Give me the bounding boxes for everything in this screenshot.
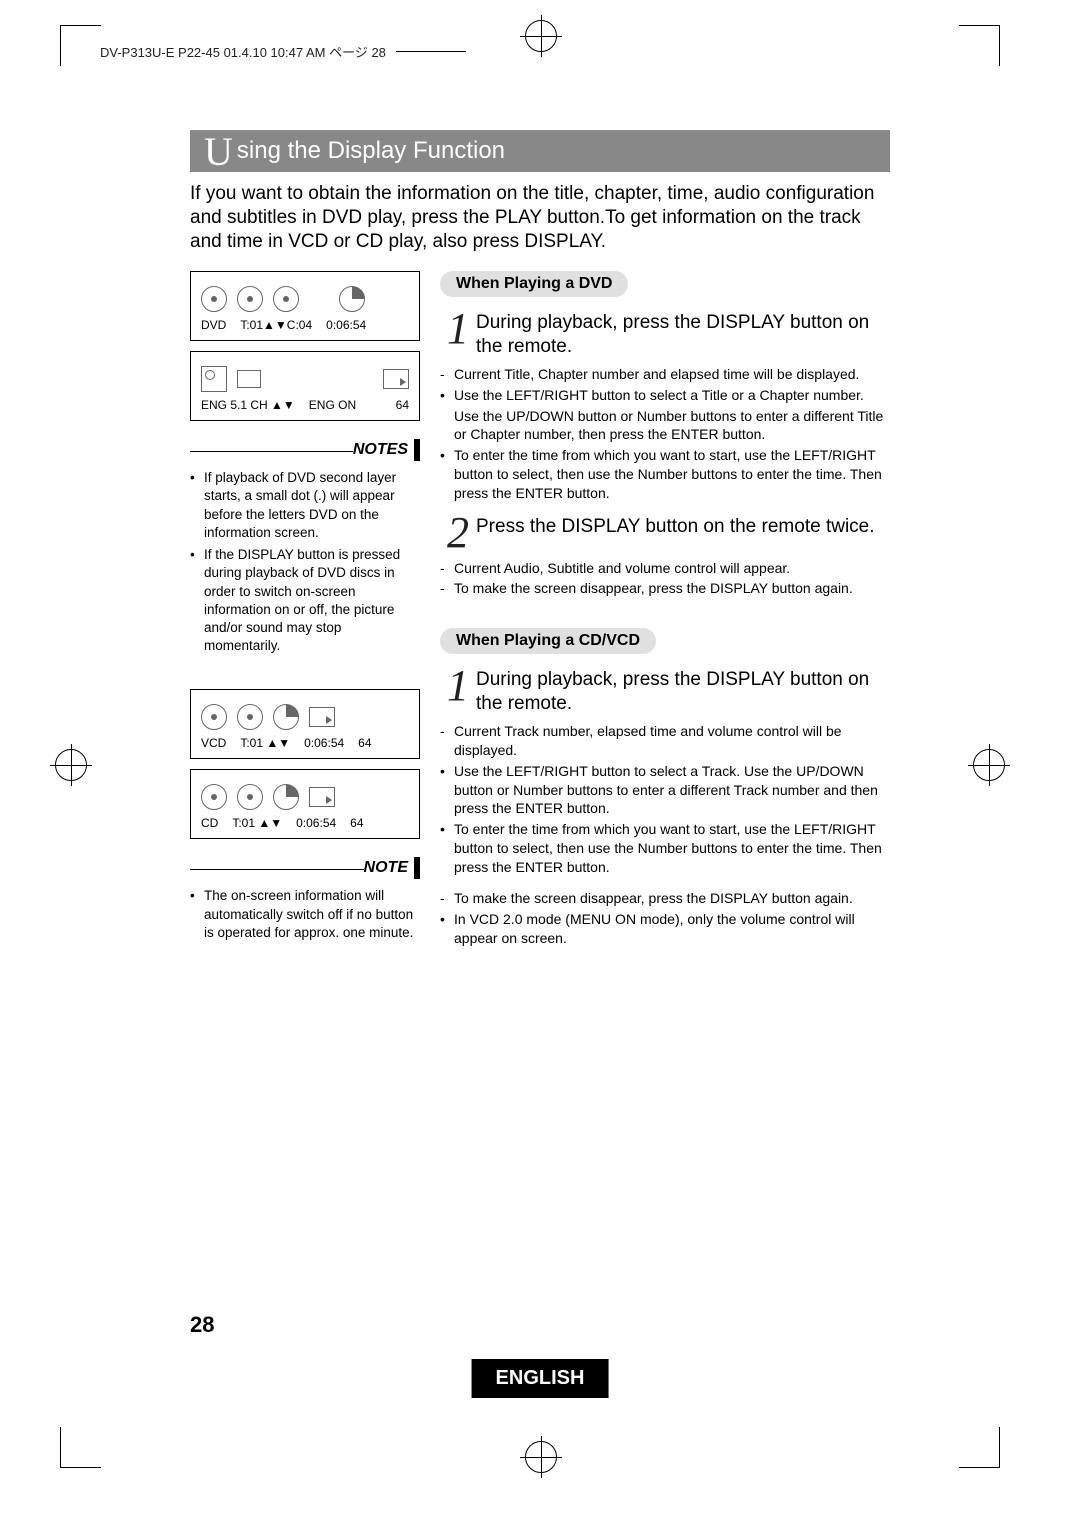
step-text: During playback, press the DISPLAY butto…	[476, 309, 890, 359]
crop-mark	[60, 1427, 101, 1468]
speaker-icon	[383, 369, 409, 389]
crop-mark	[959, 25, 1000, 66]
osd-label: DVD	[201, 318, 226, 332]
note-heading: NOTE	[190, 857, 420, 879]
disc-icon	[201, 286, 227, 312]
disc-icon	[201, 784, 227, 810]
print-header: DV-P313U-E P22-45 01.4.10 10:47 AM ページ 2…	[100, 42, 466, 61]
intro-text: If you want to obtain the information on…	[190, 182, 890, 253]
notes-label: NOTES	[353, 441, 408, 459]
osd-preview-vcd: VCD T:01 ▲▼ 0:06:54 64	[190, 689, 420, 759]
language-tab: ENGLISH	[472, 1359, 609, 1398]
osd-label: ENG 5.1 CH ▲▼	[201, 398, 295, 412]
disc-icon	[237, 704, 263, 730]
notes-list: •If playback of DVD second layer starts,…	[190, 469, 420, 655]
osd-label: T:01▲▼C:04	[240, 318, 312, 332]
subtitle-icon	[237, 370, 261, 388]
osd-label: 64	[350, 816, 363, 830]
step-text: During playback, press the DISPLAY butto…	[476, 666, 890, 716]
step-number-icon: 1	[440, 666, 476, 716]
subheading-dvd: When Playing a DVD	[440, 271, 628, 297]
osd-label: 64	[396, 398, 409, 412]
step-number-icon: 1	[440, 309, 476, 359]
disc-icon	[273, 286, 299, 312]
print-header-text: DV-P313U-E P22-45 01.4.10 10:47 AM ページ 2…	[100, 42, 386, 61]
step-1: 1 During playback, press the DISPLAY but…	[440, 309, 890, 359]
step-number-icon: 2	[440, 513, 476, 553]
osd-label: T:01 ▲▼	[232, 816, 282, 830]
audio-icon	[201, 366, 227, 392]
osd-preview-cd: CD T:01 ▲▼ 0:06:54 64	[190, 769, 420, 839]
osd-label: ENG ON	[309, 398, 356, 412]
osd-label: CD	[201, 816, 218, 830]
osd-label: 64	[358, 736, 371, 750]
registration-mark-icon	[525, 20, 557, 52]
detail-list: -Current Track number, elapsed time and …	[440, 722, 890, 877]
osd-label: VCD	[201, 736, 226, 750]
page-number: 28	[190, 1312, 214, 1338]
osd-preview-dvd-1: DVD T:01▲▼C:04 0:06:54	[190, 271, 420, 341]
subheading-cd: When Playing a CD/VCD	[440, 628, 656, 654]
registration-mark-icon	[55, 749, 87, 781]
registration-mark-icon	[973, 749, 1005, 781]
crop-mark	[959, 1427, 1000, 1468]
clock-icon	[273, 784, 299, 810]
notes-list: •The on-screen information will automati…	[190, 887, 420, 942]
notes-heading: NOTES	[190, 439, 420, 461]
detail-list: -To make the screen disappear, press the…	[440, 889, 890, 948]
note-label: NOTE	[364, 859, 408, 877]
osd-label: 0:06:54	[304, 736, 344, 750]
speaker-icon	[309, 707, 335, 727]
registration-mark-icon	[525, 1441, 557, 1473]
title-cap: U	[190, 128, 237, 175]
clock-icon	[273, 704, 299, 730]
osd-label: 0:06:54	[296, 816, 336, 830]
detail-list: -Current Audio, Subtitle and volume cont…	[440, 559, 890, 599]
osd-label: 0:06:54	[326, 318, 366, 332]
step-1-cd: 1 During playback, press the DISPLAY but…	[440, 666, 890, 716]
clock-icon	[339, 286, 365, 312]
step-text: Press the DISPLAY button on the remote t…	[476, 513, 875, 553]
step-2: 2 Press the DISPLAY button on the remote…	[440, 513, 890, 553]
section-title: U sing the Display Function	[190, 130, 890, 172]
detail-list: -Current Title, Chapter number and elaps…	[440, 365, 890, 503]
osd-preview-dvd-2: ENG 5.1 CH ▲▼ ENG ON 64	[190, 351, 420, 421]
osd-label: T:01 ▲▼	[240, 736, 290, 750]
crop-mark	[60, 25, 101, 66]
title-rest: sing the Display Function	[237, 137, 505, 165]
speaker-icon	[309, 787, 335, 807]
disc-icon	[237, 784, 263, 810]
disc-icon	[237, 286, 263, 312]
disc-icon	[201, 704, 227, 730]
